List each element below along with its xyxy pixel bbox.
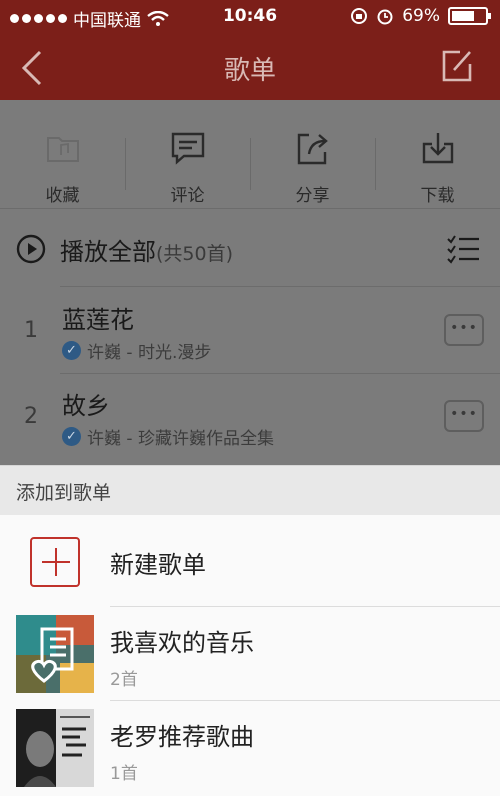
page-title: 歌单	[223, 56, 276, 86]
playlist-count: 1首	[110, 764, 138, 784]
playlist-cover	[16, 615, 94, 693]
play-all-row[interactable]: 播放全部(共50首)	[0, 220, 500, 276]
download-button[interactable]: 下载	[375, 118, 500, 208]
rotation-lock-icon	[351, 8, 368, 24]
song-row[interactable]: 1 蓝莲花 ✓ 许巍 - 时光.漫步 •••	[0, 288, 500, 374]
add-to-playlist-sheet: 添加到歌单 新建歌单 我喜欢的音乐 2首 老罗推荐歌曲 1首	[0, 465, 500, 796]
play-all-label: 播放全部	[60, 238, 156, 266]
alarm-icon	[377, 9, 393, 25]
download-icon	[422, 133, 453, 164]
new-playlist-row[interactable]: 新建歌单	[0, 515, 500, 607]
play-all-text: 播放全部(共50首)	[60, 232, 233, 267]
song-title: 故乡	[62, 392, 110, 420]
song-artist-album: 许巍 - 珍藏许巍作品全集	[87, 429, 274, 449]
song-index: 1	[24, 318, 38, 343]
divider	[60, 286, 500, 287]
song-index: 2	[24, 404, 38, 429]
battery-icon	[448, 7, 491, 25]
comment-button[interactable]: 评论	[125, 118, 250, 208]
more-button[interactable]: •••	[444, 400, 484, 432]
share-icon	[297, 133, 328, 165]
status-right: 69%	[350, 6, 491, 26]
status-bar: 中国联通 10:46 69%	[0, 0, 500, 34]
top-bar: 中国联通 10:46 69% 歌单	[0, 0, 500, 100]
play-icon	[16, 234, 46, 264]
song-title: 蓝莲花	[62, 306, 134, 334]
playlist-count: 2首	[110, 670, 138, 690]
play-all-count: (共50首)	[156, 243, 234, 265]
more-button[interactable]: •••	[444, 314, 484, 346]
sheet-header: 添加到歌单	[0, 465, 500, 515]
comment-icon	[171, 132, 204, 165]
edit-icon[interactable]	[440, 48, 474, 84]
playlist-name: 我喜欢的音乐	[110, 629, 254, 657]
battery-percent: 69%	[402, 6, 440, 26]
collect-button[interactable]: 收藏	[0, 118, 125, 208]
folder-music-icon	[46, 137, 79, 162]
multi-select-icon[interactable]	[446, 234, 480, 264]
new-playlist-label: 新建歌单	[110, 551, 206, 579]
share-label: 分享	[295, 186, 330, 206]
nav-bar: 歌单	[0, 34, 500, 100]
song-subtitle: ✓ 许巍 - 时光.漫步	[62, 338, 211, 363]
collect-label: 收藏	[45, 186, 80, 206]
song-row[interactable]: 2 故乡 ✓ 许巍 - 珍藏许巍作品全集 •••	[0, 374, 500, 460]
song-subtitle: ✓ 许巍 - 珍藏许巍作品全集	[62, 424, 274, 449]
playlist-page: 收藏 评论 分享 下载 播放全部(共50首) 1 蓝莲花 ✓ 许巍 - 时光.漫…	[0, 100, 500, 465]
action-bar: 收藏 评论 分享 下载	[0, 118, 500, 208]
song-artist-album: 许巍 - 时光.漫步	[87, 343, 212, 363]
add-icon	[30, 537, 80, 587]
check-icon: ✓	[62, 341, 81, 360]
comment-label: 评论	[170, 186, 205, 206]
divider	[0, 208, 500, 209]
playlist-cover	[16, 709, 94, 787]
share-button[interactable]: 分享	[250, 118, 375, 208]
check-icon: ✓	[62, 427, 81, 446]
playlist-row[interactable]: 老罗推荐歌曲 1首	[0, 701, 500, 796]
playlist-row[interactable]: 我喜欢的音乐 2首	[0, 607, 500, 701]
sheet-title: 添加到歌单	[16, 482, 112, 504]
playlist-name: 老罗推荐歌曲	[110, 723, 254, 751]
download-label: 下载	[420, 186, 455, 206]
